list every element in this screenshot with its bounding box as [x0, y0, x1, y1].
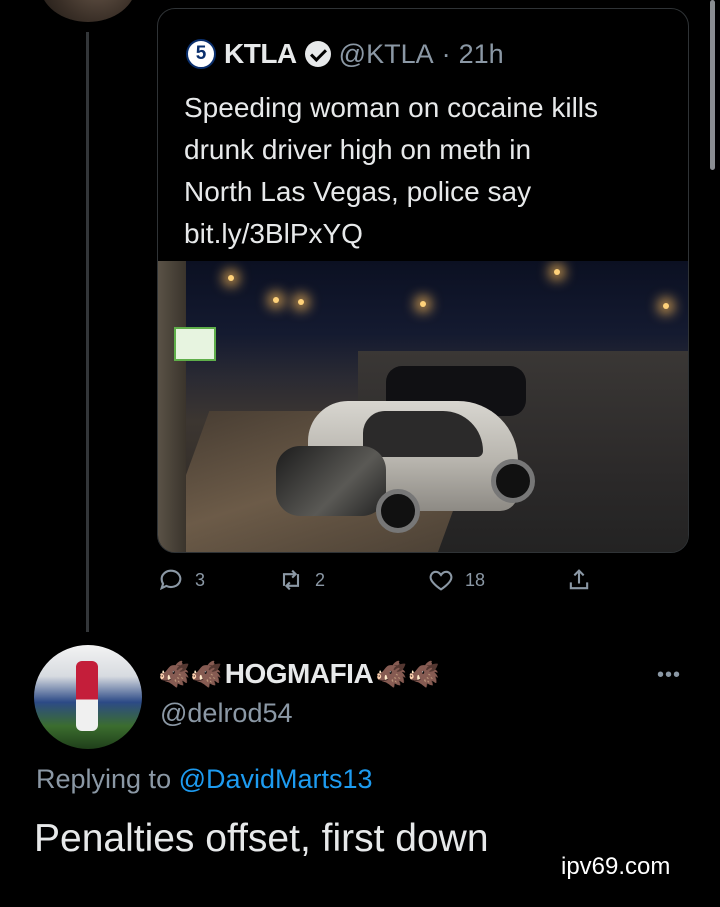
streetlight — [554, 269, 560, 275]
ktla-logo-icon[interactable]: 5 — [186, 39, 216, 69]
quoted-tweet-text: Speeding woman on cocaine kills drunk dr… — [184, 87, 679, 255]
like-button[interactable]: 18 — [427, 566, 485, 594]
photo-storefront-sign — [174, 327, 216, 361]
reply-tweet[interactable]: 🐗🐗 HOGMAFIA 🐗🐗 @delrod54 ••• Replying to… — [0, 640, 720, 907]
like-count: 18 — [465, 569, 486, 590]
photo-wheel — [491, 459, 535, 503]
reply-author-name[interactable]: HOGMAFIA — [225, 658, 374, 690]
reply-author-handle[interactable]: @delrod54 — [160, 698, 293, 729]
avatar-football-player — [76, 661, 98, 731]
reply-count: 3 — [195, 569, 206, 590]
retweet-icon — [282, 569, 300, 591]
photo-wheel — [376, 489, 420, 533]
photo-wall — [158, 261, 186, 552]
reply-text: Penalties offset, first down — [34, 817, 489, 860]
reply-icon — [159, 569, 182, 591]
reply-author-name-line[interactable]: 🐗🐗 HOGMAFIA 🐗🐗 — [158, 656, 440, 692]
verified-badge-icon — [304, 41, 331, 67]
previous-tweet-avatar[interactable] — [40, 0, 136, 22]
replying-to-mention[interactable]: @DavidMarts13 — [179, 764, 373, 794]
photo-car-wreckage — [276, 446, 386, 516]
quoted-tweet-line: North Las Vegas, police say — [184, 176, 532, 207]
photo-car-window — [363, 411, 483, 457]
quoted-tweet-header: 5 KTLA @KTLA · 21h — [186, 37, 504, 71]
quoted-tweet-line: drunk driver high on meth in — [184, 134, 532, 165]
replying-to-line: Replying to @DavidMarts13 — [36, 764, 373, 795]
share-button[interactable] — [565, 566, 593, 594]
streetlight — [273, 297, 279, 303]
streetlight — [663, 303, 669, 309]
retweet-count: 2 — [315, 569, 326, 590]
quoted-tweet-card[interactable]: 5 KTLA @KTLA · 21h Speeding woman on coc… — [157, 8, 689, 553]
quoted-tweet-link[interactable]: bit.ly/3BlPxYQ — [184, 213, 679, 255]
quoted-tweet-timestamp[interactable]: 21h — [459, 39, 504, 70]
separator-dot: · — [441, 38, 451, 69]
heart-icon — [429, 570, 453, 591]
thread-connector-line — [86, 32, 89, 632]
replying-to-label: Replying to — [36, 764, 179, 794]
scrollbar[interactable] — [710, 0, 715, 170]
streetlight — [228, 275, 234, 281]
share-icon — [569, 569, 589, 590]
quoted-author-name[interactable]: KTLA — [224, 38, 297, 70]
boar-emoji-icon: 🐗🐗 — [375, 659, 440, 689]
quoted-author-handle[interactable]: @KTLA — [339, 39, 434, 70]
quoted-tweet-line: Speeding woman on cocaine kills — [184, 92, 599, 123]
reply-author-avatar[interactable] — [34, 645, 142, 749]
crash-scene-photo[interactable] — [158, 261, 688, 552]
retweet-button[interactable]: 2 — [277, 566, 325, 594]
tweet-actions: 3 2 18 — [157, 566, 627, 600]
watermark: ipv69.com — [561, 853, 671, 880]
more-options-icon[interactable]: ••• — [657, 664, 681, 687]
streetlight — [420, 301, 426, 307]
boar-emoji-icon: 🐗🐗 — [158, 659, 223, 689]
streetlight — [298, 299, 304, 305]
reply-button[interactable]: 3 — [157, 566, 205, 594]
